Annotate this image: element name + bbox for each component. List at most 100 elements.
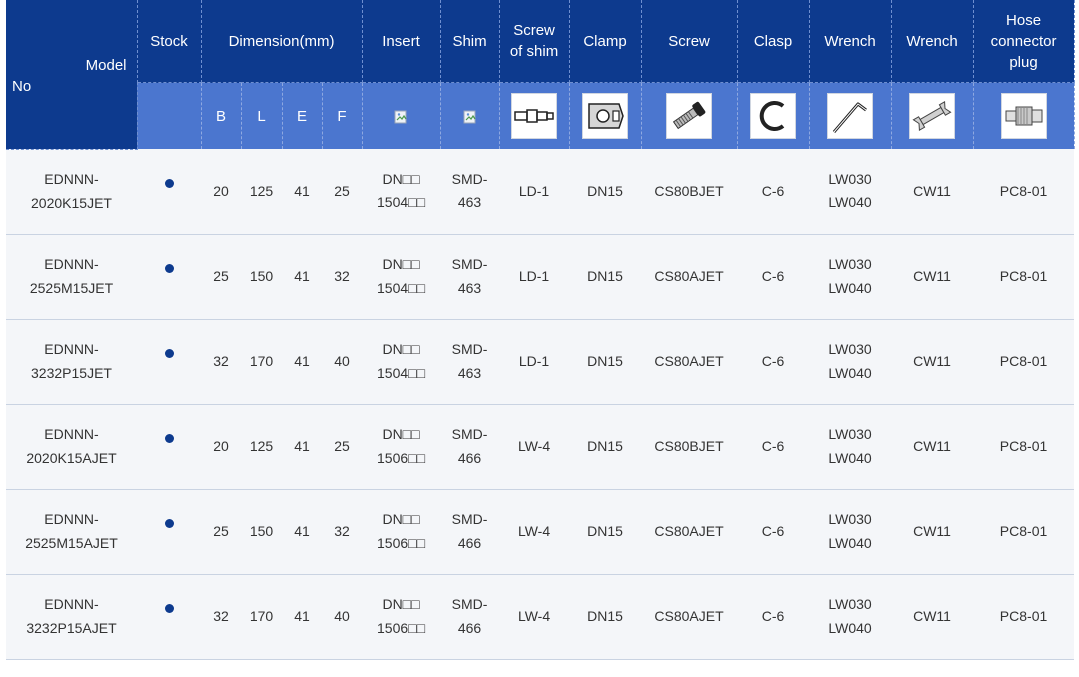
wrench-1-cell: LW030 LW040 [809,574,892,660]
clamp-cell: DN15 [569,404,642,490]
header-hose-line2: connector [990,32,1057,50]
header-hose-line3: plug [1009,53,1038,71]
header-dim-e: E [282,82,323,149]
header-row-main: Model No Stock Dimension(mm) Insert Shim… [6,0,1075,150]
screw-cell: CS80AJET [641,234,738,320]
header-clasp: Clasp [737,0,810,83]
dim-e-cell: 41 [282,404,322,490]
model-cell: EDNNN- 3232P15AJET [6,574,137,660]
wrench-2-cell: CW11 [891,489,974,575]
broken-image-icon [463,110,477,124]
hex-key-icon [827,93,874,139]
model-cell: EDNNN- 2525M15AJET [6,489,137,575]
stock-cell [137,404,201,490]
shim-screw-image-cell [499,82,570,149]
model-cell: EDNNN- 3232P15JET [6,319,137,405]
dim-b-cell: 32 [201,319,241,405]
stock-cell [137,149,201,235]
dim-l-cell: 125 [241,149,282,235]
shim-cell: SMD- 463 [440,149,500,235]
dim-b-cell: 20 [201,404,241,490]
table-row: EDNNN- 3232P15AJET 32 170 41 40 DN□□ 1506□… [6,574,1075,660]
dim-f-cell: 25 [322,404,363,490]
hose-plug-icon [1000,93,1047,139]
clamp-image-cell [569,82,642,149]
screw-image-cell [641,82,738,149]
shim-screw-icon [511,93,558,139]
screw-cell: CS80BJET [641,149,738,235]
insert-cell: DN□□ 1504□□ [362,234,441,320]
wrench-1-cell: LW030 LW040 [809,234,892,320]
model-cell: EDNNN- 2020K15AJET [6,404,137,490]
clasp-cell: C-6 [737,404,810,490]
header-model: Model [85,57,127,74]
dim-f-cell: 40 [322,319,363,405]
shim-cell: SMD- 463 [440,234,500,320]
header-hose-line1: Hose [1006,11,1042,29]
dim-e-cell: 41 [282,489,322,575]
hose-cell: PC8-01 [973,149,1075,235]
dim-b-cell: 25 [201,489,241,575]
dim-f-cell: 25 [322,149,363,235]
clasp-cell: C-6 [737,489,810,575]
header-clamp: Clamp [569,0,642,83]
table-row: EDNNN- 2525M15JET 25 150 41 32 DN□□ 1504□□… [6,234,1075,320]
stock-dot-icon [164,433,174,443]
header-stock: Stock [137,0,202,83]
dim-b-cell: 20 [201,149,241,235]
table-row: EDNNN- 2525M15AJET 25 150 41 32 DN□□ 1506□… [6,489,1075,575]
stock-dot-icon [164,263,174,273]
shim-cell: SMD- 463 [440,319,500,405]
clamp-cell: DN15 [569,234,642,320]
wrench-1-cell: LW030 LW040 [809,319,892,405]
header-insert: Insert [362,0,441,83]
header-screw-of-shim-line2: of shim [509,43,559,60]
header-screw: Screw [641,0,738,83]
model-cell: EDNNN- 2020K15JET [6,149,137,235]
shim-screw-cell: LD-1 [499,319,570,405]
clasp-icon [750,93,797,139]
shim-screw-cell: LD-1 [499,149,570,235]
dim-f-cell: 32 [322,489,363,575]
dim-e-cell: 41 [282,574,322,660]
header-screw-of-shim: Screw of shim [499,0,570,83]
model-cell: EDNNN- 2525M15JET [6,234,137,320]
table-body: EDNNN- 2020K15JET 20 125 41 25 DN□□ 1504□□… [6,149,1075,660]
shim-cell: SMD- 466 [440,404,500,490]
header-screw-of-shim-line1: Screw [513,22,555,39]
broken-image-icon [394,110,408,124]
wrench-2-cell: CW11 [891,234,974,320]
hose-cell: PC8-01 [973,404,1075,490]
dim-l-cell: 125 [241,404,282,490]
table-row: EDNNN- 2020K15JET 20 125 41 25 DN□□ 1504□□… [6,149,1075,235]
wrench-2-cell: CW11 [891,149,974,235]
table-row: EDNNN- 3232P15JET 32 170 41 40 DN□□ 1504□□… [6,319,1075,405]
shim-screw-cell: LD-1 [499,234,570,320]
screw-cell: CS80AJET [641,489,738,575]
wrench-2-cell: CW11 [891,574,974,660]
screw-cell: CS80BJET [641,404,738,490]
screw-icon [666,93,713,139]
dim-f-cell: 32 [322,234,363,320]
clasp-image-cell [737,82,810,149]
stock-dot-icon [164,603,174,613]
stock-cell [137,489,201,575]
clasp-cell: C-6 [737,149,810,235]
table-header: Model No Stock Dimension(mm) Insert Shim… [6,0,1075,150]
clamp-icon [582,93,629,139]
hose-plug-image-cell [973,82,1075,149]
header-stock-sub [137,82,202,149]
insert-image-cell [362,82,441,149]
insert-cell: DN□□ 1506□□ [362,489,441,575]
header-wrench-2: Wrench [891,0,974,83]
header-no-model: Model No [6,0,138,150]
clamp-cell: DN15 [569,574,642,660]
hose-cell: PC8-01 [973,234,1075,320]
header-dimension: Dimension(mm) [201,0,363,83]
open-wrench-image-cell [891,82,974,149]
insert-cell: DN□□ 1506□□ [362,574,441,660]
dim-e-cell: 41 [282,149,322,235]
dim-e-cell: 41 [282,234,322,320]
wrench-2-cell: CW11 [891,319,974,405]
stock-dot-icon [164,518,174,528]
